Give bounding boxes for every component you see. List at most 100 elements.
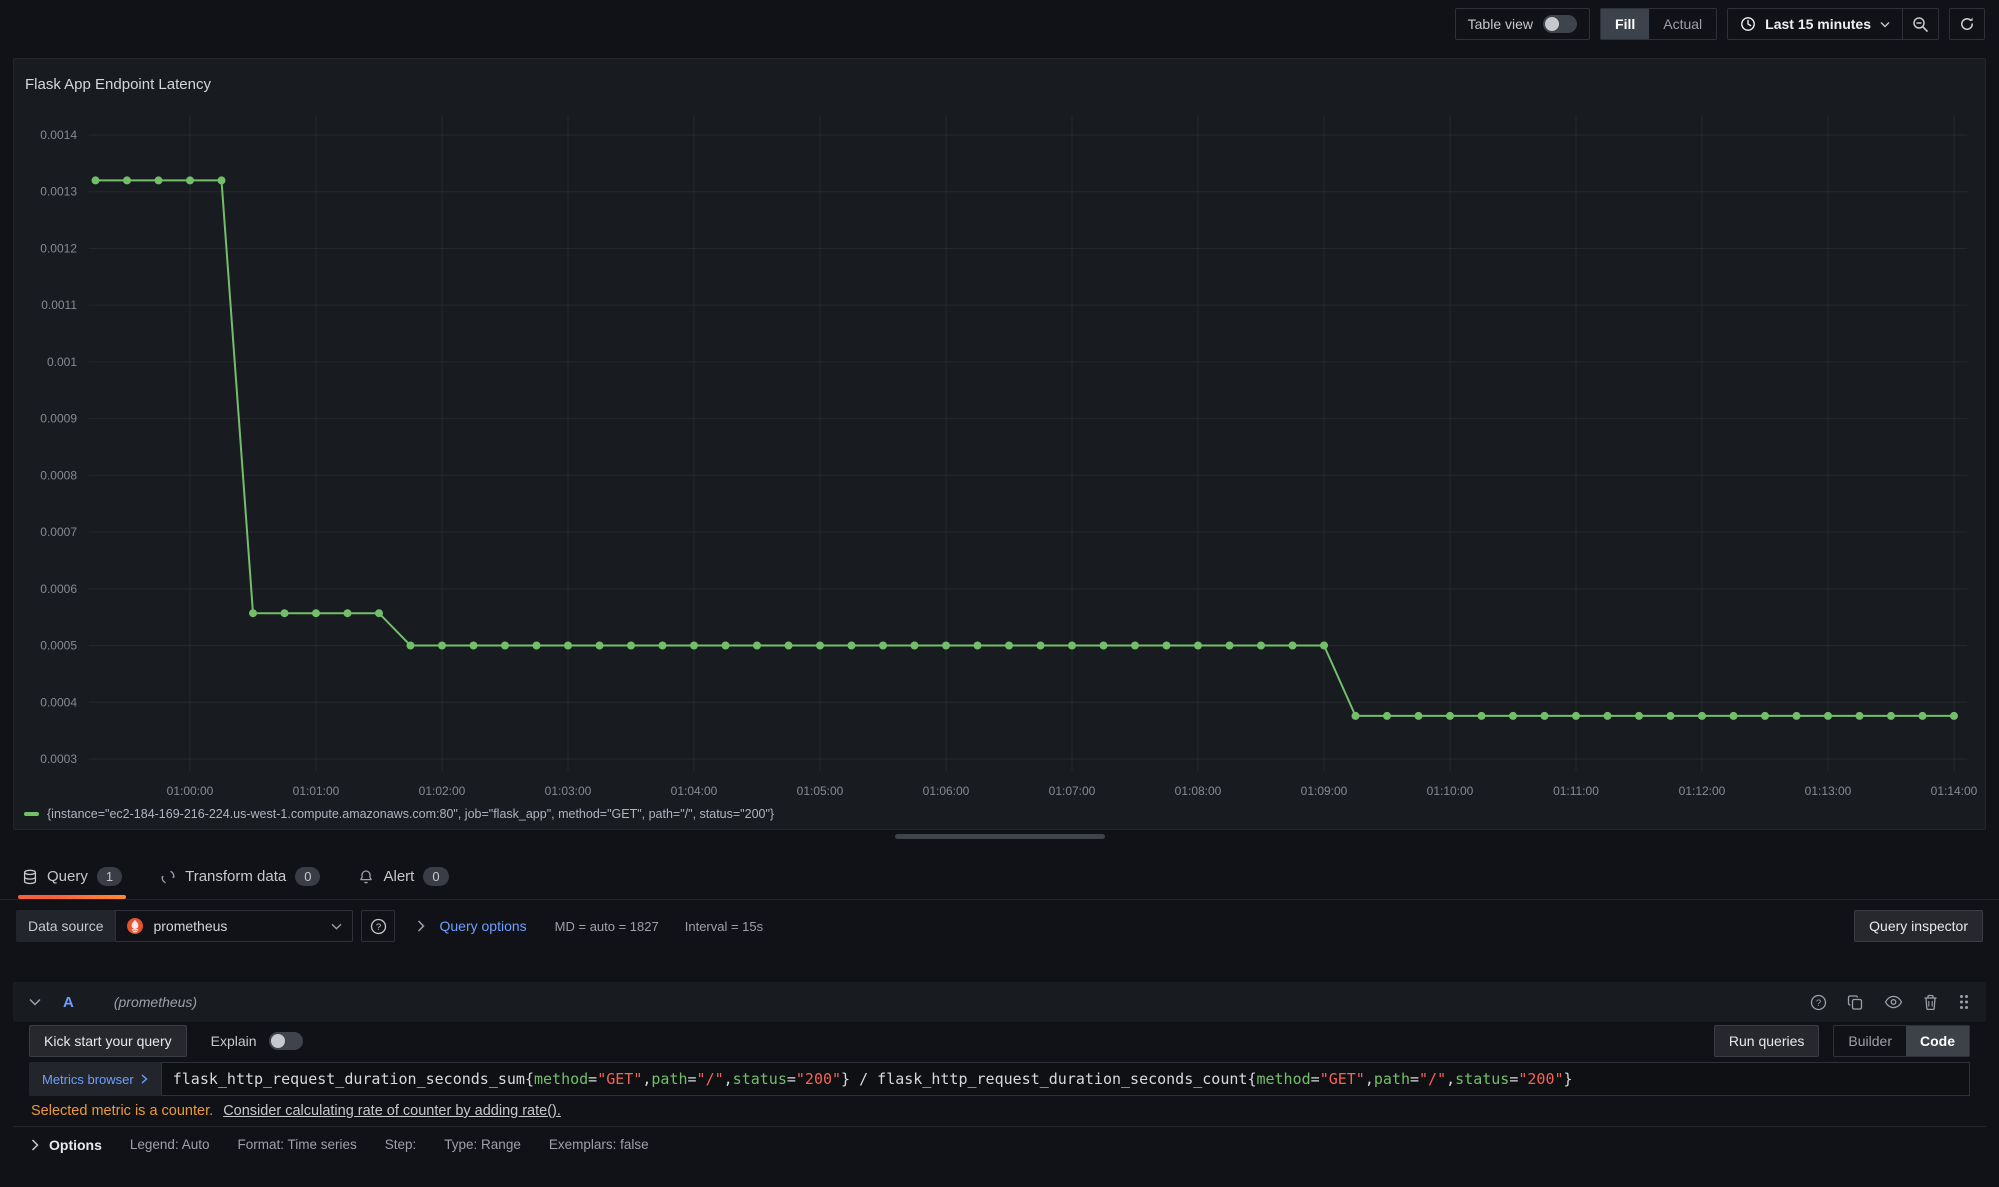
data-point [1226,642,1234,650]
svg-text:01:10:00: 01:10:00 [1427,784,1474,798]
data-point [1352,712,1360,720]
tab-alert[interactable]: Alert 0 [354,854,452,899]
zoom-out-button[interactable] [1902,9,1938,39]
panel-resize-handle[interactable] [895,834,1105,839]
options-expander[interactable]: Options [31,1137,102,1153]
promql-input[interactable]: flask_http_request_duration_seconds_sum{… [161,1062,1970,1096]
chevron-right-icon[interactable] [417,920,425,932]
run-queries-button[interactable]: Run queries [1714,1025,1820,1057]
data-point [218,176,226,184]
data-point [879,642,887,650]
datasource-value: prometheus [153,918,322,934]
bell-icon [358,869,374,885]
svg-text:01:05:00: 01:05:00 [797,784,844,798]
promql-editor-row: Metrics browser flask_http_request_durat… [29,1062,1970,1096]
editor-toolbar-right: Run queries Builder Code [1714,1025,1970,1057]
data-point [1541,712,1549,720]
query-options-summary-row: Options Legend: Auto Format: Time series… [13,1126,1986,1162]
explain-toggle[interactable] [269,1032,303,1050]
warning-rate-link[interactable]: Consider calculating rate of counter by … [223,1103,561,1119]
legend-item[interactable]: {instance="ec2-184-169-216-224.us-west-1… [24,807,774,821]
svg-text:01:14:00: 01:14:00 [1931,784,1978,798]
data-point [596,642,604,650]
data-point [1919,712,1927,720]
svg-text:0.0012: 0.0012 [40,241,77,255]
data-point [1635,712,1643,720]
series-line [96,180,1955,716]
chart-axis-labels: 0.00140.00130.00120.00110.0010.00090.000… [40,128,1977,798]
query-row-header[interactable]: A (prometheus) ? [13,982,1986,1022]
legend-series-label: {instance="ec2-184-169-216-224.us-west-1… [47,807,774,821]
svg-text:01:01:00: 01:01:00 [293,784,340,798]
chart-area[interactable]: 0.00140.00130.00120.00110.0010.00090.000… [14,59,1985,829]
latency-chart[interactable]: 0.00140.00130.00120.00110.0010.00090.000… [14,59,1987,831]
kick-start-query-button[interactable]: Kick start your query [29,1025,187,1057]
datasource-select[interactable]: prometheus [115,910,353,942]
drag-handle-icon[interactable] [1958,994,1970,1010]
time-range-button[interactable]: Last 15 minutes [1728,9,1902,39]
tab-query-label: Query [47,868,88,885]
query-datasource-hint: (prometheus) [114,994,197,1010]
svg-text:0.0008: 0.0008 [40,468,77,482]
query-options-toggle[interactable]: Query options [439,918,526,934]
data-point [1509,712,1517,720]
chevron-down-icon[interactable] [29,998,41,1006]
tab-transform-data[interactable]: Transform data 0 [156,854,324,899]
data-point [407,642,415,650]
editor-tabs: Query 1 Transform data 0 Alert 0 [0,854,1999,900]
tab-transform-count: 0 [295,867,320,887]
actual-button[interactable]: Actual [1649,9,1716,39]
svg-text:?: ? [1816,998,1821,1009]
data-point [1257,642,1265,650]
data-point [533,642,541,650]
data-point [344,609,352,617]
delete-query-trash-icon[interactable] [1923,994,1938,1011]
timeseries-panel: Flask App Endpoint Latency 0.00140.00130… [13,58,1986,830]
data-point [375,609,383,617]
datasource-label: Data source [16,910,115,942]
query-inspector-button[interactable]: Query inspector [1854,910,1983,942]
hide-query-eye-icon[interactable] [1884,995,1903,1009]
svg-text:0.0004: 0.0004 [40,695,77,709]
data-point [911,642,919,650]
svg-text:0.0011: 0.0011 [41,298,77,312]
fill-button[interactable]: Fill [1601,9,1649,39]
refresh-icon [1959,16,1975,32]
svg-text:01:07:00: 01:07:00 [1049,784,1096,798]
svg-text:01:00:00: 01:00:00 [167,784,214,798]
refresh-button[interactable] [1949,8,1985,40]
datasource-help-button[interactable]: ? [361,910,395,942]
data-point [1100,642,1108,650]
tab-query[interactable]: Query 1 [18,854,126,899]
database-icon [22,869,38,885]
duplicate-query-icon[interactable] [1847,994,1864,1011]
data-point [564,642,572,650]
data-point [1761,712,1769,720]
query-ref-id[interactable]: A [63,994,74,1011]
data-point [1415,712,1423,720]
data-point [470,642,478,650]
table-view-label: Table view [1468,16,1533,32]
data-point [438,642,446,650]
promql-text: flask_http_request_duration_seconds_sum{… [173,1070,1573,1088]
data-point [848,642,856,650]
code-button[interactable]: Code [1906,1026,1969,1056]
metrics-browser-button[interactable]: Metrics browser [29,1062,161,1096]
panel-title: Flask App Endpoint Latency [25,76,211,93]
svg-text:01:06:00: 01:06:00 [923,784,970,798]
data-point [974,642,982,650]
options-format: Format: Time series [237,1137,356,1152]
table-view-toggle[interactable] [1543,15,1577,33]
query-help-icon[interactable]: ? [1810,994,1827,1011]
builder-button[interactable]: Builder [1834,1026,1906,1056]
metrics-browser-label: Metrics browser [42,1072,134,1087]
query-row-actions: ? [1810,994,1970,1011]
query-editor: Kick start your query Explain Run querie… [13,1026,1986,1162]
svg-text:01:11:00: 01:11:00 [1553,784,1599,798]
options-type: Type: Range [444,1137,521,1152]
data-point [942,642,950,650]
svg-text:0.0014: 0.0014 [40,128,77,142]
builder-code-group: Builder Code [1833,1025,1970,1057]
svg-text:01:03:00: 01:03:00 [545,784,592,798]
datasource-row: Data source prometheus ? Query options M… [16,910,1983,942]
